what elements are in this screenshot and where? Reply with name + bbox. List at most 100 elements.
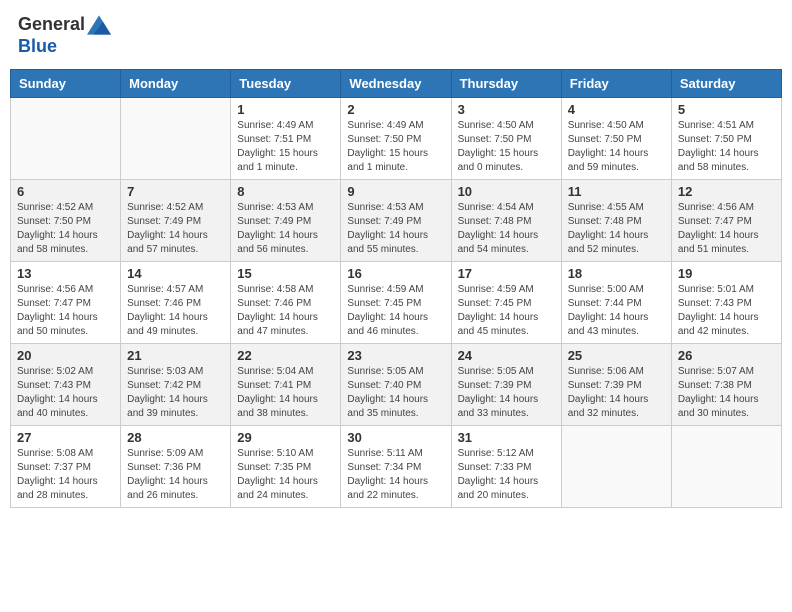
- day-info: Sunrise: 4:53 AM Sunset: 7:49 PM Dayligh…: [237, 201, 334, 257]
- day-info: Sunrise: 4:49 AM Sunset: 7:51 PM Dayligh…: [237, 119, 334, 175]
- day-info: Sunrise: 4:51 AM Sunset: 7:50 PM Dayligh…: [678, 119, 775, 175]
- day-info: Sunrise: 4:52 AM Sunset: 7:49 PM Dayligh…: [127, 201, 224, 257]
- calendar-week-row: 20 Sunrise: 5:02 AM Sunset: 7:43 PM Dayli…: [11, 344, 782, 426]
- calendar-day-cell: 25 Sunrise: 5:06 AM Sunset: 7:39 PM Dayli…: [561, 344, 671, 426]
- calendar-day-cell: [671, 426, 781, 508]
- day-number: 7: [127, 184, 224, 199]
- day-number: 26: [678, 348, 775, 363]
- day-info: Sunrise: 5:12 AM Sunset: 7:33 PM Dayligh…: [458, 447, 555, 503]
- calendar-day-cell: 18 Sunrise: 5:00 AM Sunset: 7:44 PM Dayli…: [561, 262, 671, 344]
- day-number: 30: [347, 430, 444, 445]
- calendar-day-cell: 2Sunrise: 4:49 AM Sunset: 7:50 PM Daylig…: [341, 98, 451, 180]
- calendar-day-cell: 6 Sunrise: 4:52 AM Sunset: 7:50 PM Daylig…: [11, 180, 121, 262]
- calendar-day-cell: 31 Sunrise: 5:12 AM Sunset: 7:33 PM Dayli…: [451, 426, 561, 508]
- day-header-friday: Friday: [561, 70, 671, 98]
- calendar-day-cell: 15 Sunrise: 4:58 AM Sunset: 7:46 PM Dayli…: [231, 262, 341, 344]
- calendar-day-cell: 22Sunrise: 5:04 AM Sunset: 7:41 PM Dayli…: [231, 344, 341, 426]
- calendar-day-cell: 30 Sunrise: 5:11 AM Sunset: 7:34 PM Dayli…: [341, 426, 451, 508]
- logo-general: General: [18, 14, 85, 34]
- calendar-day-cell: [11, 98, 121, 180]
- day-header-wednesday: Wednesday: [341, 70, 451, 98]
- calendar-day-cell: 7 Sunrise: 4:52 AM Sunset: 7:49 PM Daylig…: [121, 180, 231, 262]
- day-number: 6: [17, 184, 114, 199]
- day-number: 23: [347, 348, 444, 363]
- day-number: 21: [127, 348, 224, 363]
- day-info: Sunrise: 4:59 AM Sunset: 7:45 PM Dayligh…: [458, 283, 555, 339]
- day-info: Sunrise: 4:58 AM Sunset: 7:46 PM Dayligh…: [237, 283, 334, 339]
- calendar-day-cell: 17 Sunrise: 4:59 AM Sunset: 7:45 PM Dayli…: [451, 262, 561, 344]
- day-info: Sunrise: 5:05 AM Sunset: 7:39 PM Dayligh…: [458, 365, 555, 421]
- day-info: Sunrise: 4:54 AM Sunset: 7:48 PM Dayligh…: [458, 201, 555, 257]
- day-info: Sunrise: 5:11 AM Sunset: 7:34 PM Dayligh…: [347, 447, 444, 503]
- calendar-week-row: 13Sunrise: 4:56 AM Sunset: 7:47 PM Dayli…: [11, 262, 782, 344]
- day-info: Sunrise: 4:55 AM Sunset: 7:48 PM Dayligh…: [568, 201, 665, 257]
- day-number: 17: [458, 266, 555, 281]
- calendar-day-cell: 13Sunrise: 4:56 AM Sunset: 7:47 PM Dayli…: [11, 262, 121, 344]
- calendar-day-cell: 29Sunrise: 5:10 AM Sunset: 7:35 PM Dayli…: [231, 426, 341, 508]
- day-number: 15: [237, 266, 334, 281]
- day-number: 18: [568, 266, 665, 281]
- calendar-day-cell: 26 Sunrise: 5:07 AM Sunset: 7:38 PM Dayli…: [671, 344, 781, 426]
- day-info: Sunrise: 5:01 AM Sunset: 7:43 PM Dayligh…: [678, 283, 775, 339]
- day-number: 24: [458, 348, 555, 363]
- calendar-day-cell: 23 Sunrise: 5:05 AM Sunset: 7:40 PM Dayli…: [341, 344, 451, 426]
- calendar-day-cell: 11 Sunrise: 4:55 AM Sunset: 7:48 PM Dayli…: [561, 180, 671, 262]
- day-number: 22: [237, 348, 334, 363]
- day-number: 14: [127, 266, 224, 281]
- calendar-table: SundayMondayTuesdayWednesdayThursdayFrid…: [10, 69, 782, 508]
- day-info: Sunrise: 4:59 AM Sunset: 7:45 PM Dayligh…: [347, 283, 444, 339]
- calendar-day-cell: 5 Sunrise: 4:51 AM Sunset: 7:50 PM Daylig…: [671, 98, 781, 180]
- day-number: 31: [458, 430, 555, 445]
- day-number: 19: [678, 266, 775, 281]
- day-number: 27: [17, 430, 114, 445]
- day-header-saturday: Saturday: [671, 70, 781, 98]
- calendar-day-cell: 4Sunrise: 4:50 AM Sunset: 7:50 PM Daylig…: [561, 98, 671, 180]
- calendar-day-cell: 14Sunrise: 4:57 AM Sunset: 7:46 PM Dayli…: [121, 262, 231, 344]
- calendar-day-cell: 24 Sunrise: 5:05 AM Sunset: 7:39 PM Dayli…: [451, 344, 561, 426]
- day-number: 5: [678, 102, 775, 117]
- calendar-header-row: SundayMondayTuesdayWednesdayThursdayFrid…: [11, 70, 782, 98]
- day-number: 3: [458, 102, 555, 117]
- day-number: 13: [17, 266, 114, 281]
- day-info: Sunrise: 5:02 AM Sunset: 7:43 PM Dayligh…: [17, 365, 114, 421]
- day-info: Sunrise: 5:00 AM Sunset: 7:44 PM Dayligh…: [568, 283, 665, 339]
- day-info: Sunrise: 5:09 AM Sunset: 7:36 PM Dayligh…: [127, 447, 224, 503]
- day-number: 28: [127, 430, 224, 445]
- calendar-day-cell: 27 Sunrise: 5:08 AM Sunset: 7:37 PM Dayli…: [11, 426, 121, 508]
- calendar-week-row: 6 Sunrise: 4:52 AM Sunset: 7:50 PM Daylig…: [11, 180, 782, 262]
- logo-blue: Blue: [18, 36, 57, 56]
- day-header-thursday: Thursday: [451, 70, 561, 98]
- day-number: 9: [347, 184, 444, 199]
- day-info: Sunrise: 4:53 AM Sunset: 7:49 PM Dayligh…: [347, 201, 444, 257]
- calendar-day-cell: [561, 426, 671, 508]
- day-number: 11: [568, 184, 665, 199]
- calendar-day-cell: 16Sunrise: 4:59 AM Sunset: 7:45 PM Dayli…: [341, 262, 451, 344]
- calendar-day-cell: 19 Sunrise: 5:01 AM Sunset: 7:43 PM Dayli…: [671, 262, 781, 344]
- calendar-day-cell: 8 Sunrise: 4:53 AM Sunset: 7:49 PM Daylig…: [231, 180, 341, 262]
- page-header: General Blue: [10, 10, 782, 61]
- day-info: Sunrise: 5:06 AM Sunset: 7:39 PM Dayligh…: [568, 365, 665, 421]
- calendar-day-cell: 20 Sunrise: 5:02 AM Sunset: 7:43 PM Dayli…: [11, 344, 121, 426]
- day-header-sunday: Sunday: [11, 70, 121, 98]
- day-info: Sunrise: 5:03 AM Sunset: 7:42 PM Dayligh…: [127, 365, 224, 421]
- day-number: 4: [568, 102, 665, 117]
- calendar-day-cell: 12Sunrise: 4:56 AM Sunset: 7:47 PM Dayli…: [671, 180, 781, 262]
- day-number: 8: [237, 184, 334, 199]
- day-info: Sunrise: 5:05 AM Sunset: 7:40 PM Dayligh…: [347, 365, 444, 421]
- day-number: 1: [237, 102, 334, 117]
- day-number: 20: [17, 348, 114, 363]
- calendar-week-row: 1 Sunrise: 4:49 AM Sunset: 7:51 PM Daylig…: [11, 98, 782, 180]
- day-info: Sunrise: 5:08 AM Sunset: 7:37 PM Dayligh…: [17, 447, 114, 503]
- day-info: Sunrise: 5:10 AM Sunset: 7:35 PM Dayligh…: [237, 447, 334, 503]
- day-info: Sunrise: 4:52 AM Sunset: 7:50 PM Dayligh…: [17, 201, 114, 257]
- day-header-monday: Monday: [121, 70, 231, 98]
- day-info: Sunrise: 5:07 AM Sunset: 7:38 PM Dayligh…: [678, 365, 775, 421]
- calendar-week-row: 27 Sunrise: 5:08 AM Sunset: 7:37 PM Dayli…: [11, 426, 782, 508]
- day-info: Sunrise: 4:56 AM Sunset: 7:47 PM Dayligh…: [678, 201, 775, 257]
- day-number: 25: [568, 348, 665, 363]
- day-header-tuesday: Tuesday: [231, 70, 341, 98]
- calendar-day-cell: 28 Sunrise: 5:09 AM Sunset: 7:36 PM Dayli…: [121, 426, 231, 508]
- logo: General Blue: [18, 14, 113, 57]
- calendar-day-cell: 1 Sunrise: 4:49 AM Sunset: 7:51 PM Daylig…: [231, 98, 341, 180]
- day-number: 10: [458, 184, 555, 199]
